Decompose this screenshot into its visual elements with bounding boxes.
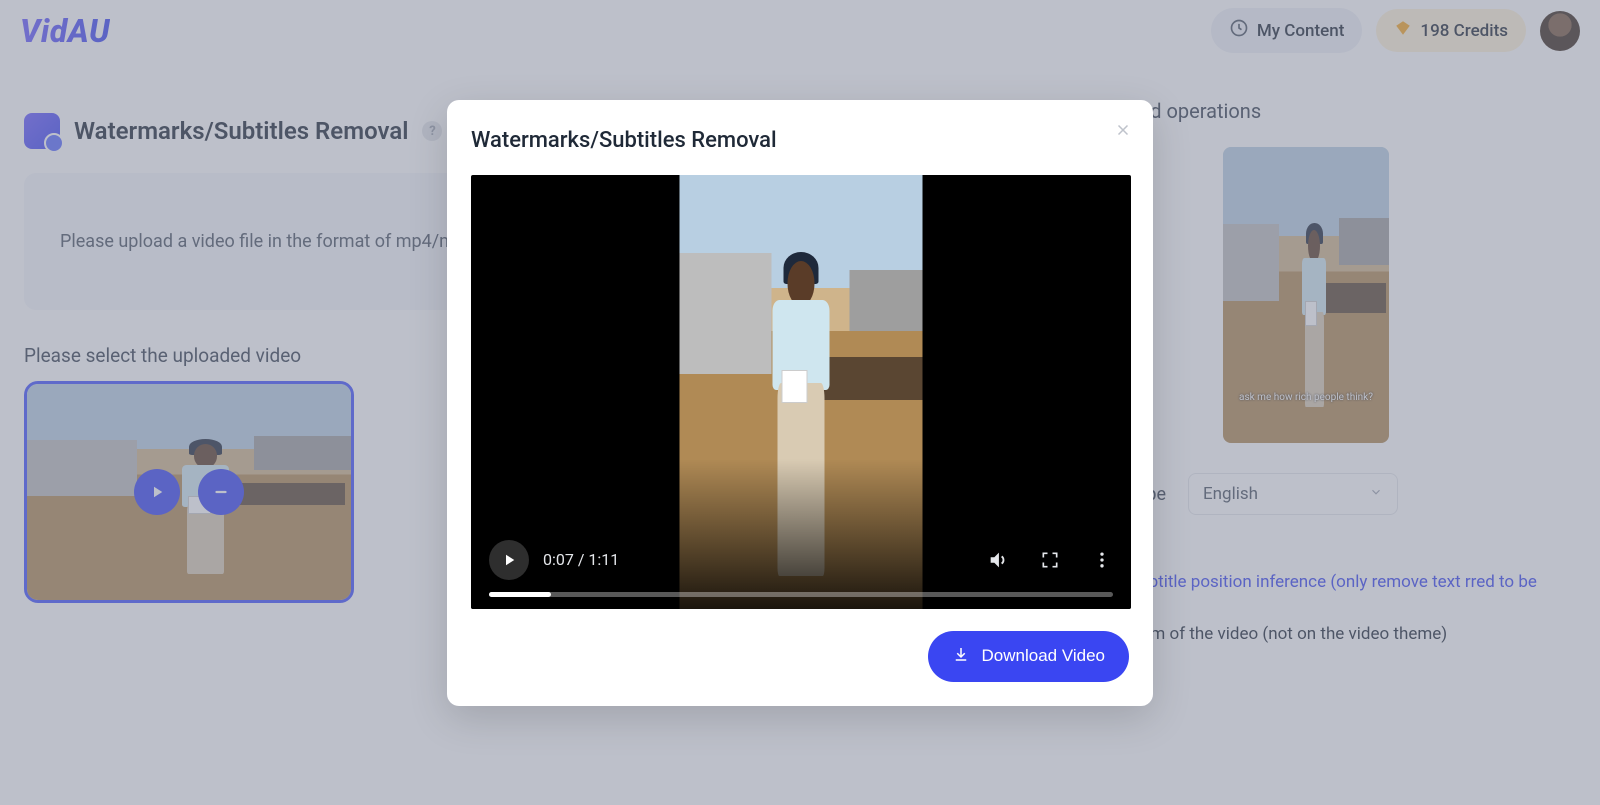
player-controls: 0:07 / 1:11 bbox=[471, 532, 1131, 609]
download-video-label: Download Video bbox=[982, 646, 1106, 666]
player-play-button[interactable] bbox=[489, 540, 529, 580]
fullscreen-icon[interactable] bbox=[1039, 549, 1061, 571]
modal-title: Watermarks/Subtitles Removal bbox=[471, 128, 1129, 153]
download-video-button[interactable]: Download Video bbox=[928, 631, 1130, 682]
modal-close-button[interactable] bbox=[1111, 118, 1135, 142]
player-progress-track[interactable] bbox=[489, 592, 1113, 597]
volume-icon[interactable] bbox=[987, 549, 1009, 571]
player-progress-fill bbox=[489, 592, 551, 597]
player-time-display: 0:07 / 1:11 bbox=[543, 550, 619, 569]
result-modal: Watermarks/Subtitles Removal 0:07 / bbox=[447, 100, 1153, 706]
download-icon bbox=[952, 645, 970, 668]
video-player[interactable]: 0:07 / 1:11 bbox=[471, 175, 1131, 609]
more-options-icon[interactable] bbox=[1091, 549, 1113, 571]
